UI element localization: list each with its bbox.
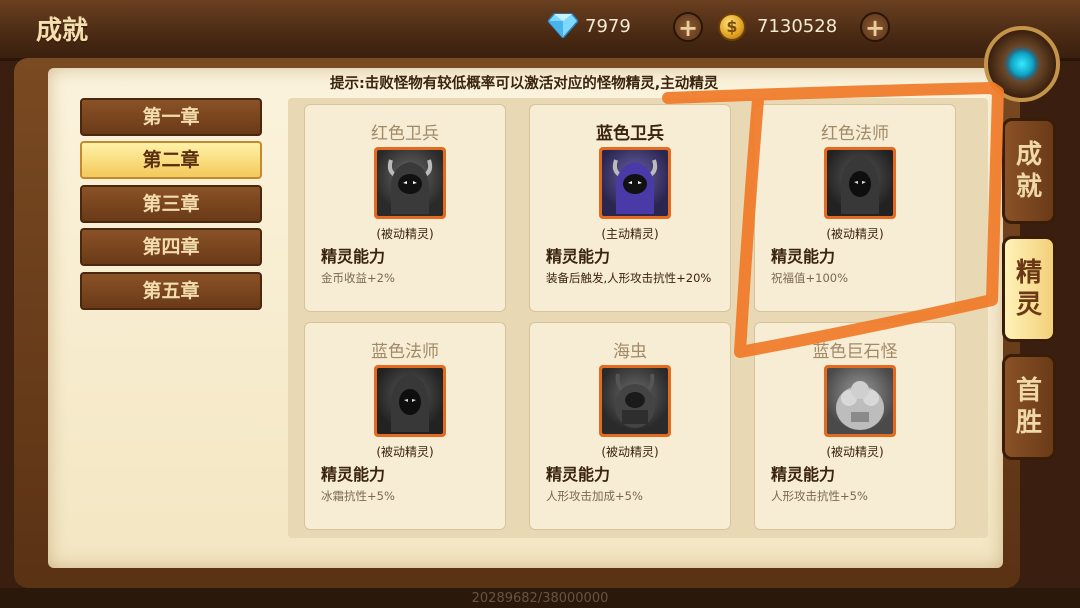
spirit-card[interactable]: 蓝色巨石怪 (被动精灵) 精灵能力 人形攻击抗性+5% <box>754 322 956 530</box>
spirit-portrait <box>824 147 896 219</box>
spirit-ability-label: 精灵能力 <box>771 247 836 266</box>
add-gems-button[interactable]: + <box>673 12 703 42</box>
hint-text: 提示:击败怪物有较低概率可以激活对应的怪物精灵,主动精灵 <box>330 76 719 92</box>
diamond-icon <box>548 13 578 38</box>
spirit-card[interactable]: 蓝色法师 (被动精灵) 精灵能力 冰霜抗性+5% <box>304 322 506 530</box>
chapter-2-button[interactable]: 第二章 <box>80 141 262 179</box>
spirit-effect: 冰霜抗性+5% <box>321 489 395 503</box>
spirit-portrait <box>374 147 446 219</box>
spirit-card[interactable]: 蓝色卫兵 (主动精灵) 精灵能力 装备后触发,人形攻击抗性+20% <box>529 104 731 312</box>
gold-coin-icon: $ <box>718 13 746 41</box>
spirit-ability-label: 精灵能力 <box>546 247 611 266</box>
spirit-effect: 装备后触发,人形攻击抗性+20% <box>546 271 712 285</box>
spirit-name: 海虫 <box>613 342 647 362</box>
top-bar: 成就 7979 + $ 7130528 + <box>0 0 1080 61</box>
spirit-type: (主动精灵) <box>601 227 659 241</box>
spirit-portrait <box>374 365 446 437</box>
chapter-5-button[interactable]: 第五章 <box>80 272 262 310</box>
spirit-ability-label: 精灵能力 <box>321 465 386 484</box>
spirit-card[interactable]: 红色卫兵 (被动精灵) 精灵能力 金币收益+2% <box>304 104 506 312</box>
spirit-effect: 人形攻击抗性+5% <box>771 489 868 503</box>
spirit-ability-label: 精灵能力 <box>771 465 836 484</box>
spirit-type: (被动精灵) <box>601 445 659 459</box>
spirit-card[interactable]: 海虫 (被动精灵) 精灵能力 人形攻击加成+5% <box>529 322 731 530</box>
spirit-effect: 金币收益+2% <box>321 271 395 285</box>
spirit-name: 蓝色法师 <box>371 342 439 362</box>
tab-achievement[interactable]: 成就 <box>1002 118 1056 224</box>
gold-count: 7130528 <box>757 16 838 37</box>
tab-spirit[interactable]: 精灵 <box>1002 236 1056 342</box>
chapter-4-button[interactable]: 第四章 <box>80 228 262 266</box>
spirit-ability-label: 精灵能力 <box>546 465 611 484</box>
menu-orb-icon[interactable] <box>984 26 1060 102</box>
spirit-name: 蓝色卫兵 <box>596 124 664 144</box>
spirit-portrait <box>599 147 671 219</box>
experience-counter: 20289682/38000000 <box>471 591 609 606</box>
tab-first-win[interactable]: 首胜 <box>1002 354 1056 460</box>
spirit-effect: 祝福值+100% <box>771 271 849 285</box>
spirit-type: (被动精灵) <box>376 445 434 459</box>
spirit-card[interactable]: 红色法师 (被动精灵) 精灵能力 祝福值+100% <box>754 104 956 312</box>
spirit-type: (被动精灵) <box>376 227 434 241</box>
spirit-name: 蓝色巨石怪 <box>812 342 898 362</box>
page-title: 成就 <box>36 16 89 46</box>
add-gold-button[interactable]: + <box>860 12 890 42</box>
spirit-portrait <box>599 365 671 437</box>
spirit-portrait <box>824 365 896 437</box>
chapter-3-button[interactable]: 第三章 <box>80 185 262 223</box>
spirit-ability-label: 精灵能力 <box>321 247 386 266</box>
spirit-effect: 人形攻击加成+5% <box>546 489 643 503</box>
spirit-name: 红色法师 <box>821 124 889 144</box>
gems-count: 7979 <box>585 16 631 37</box>
spirit-name: 红色卫兵 <box>371 124 439 144</box>
spirit-type: (被动精灵) <box>826 445 884 459</box>
chapter-1-button[interactable]: 第一章 <box>80 98 262 136</box>
spirit-type: (被动精灵) <box>826 227 884 241</box>
